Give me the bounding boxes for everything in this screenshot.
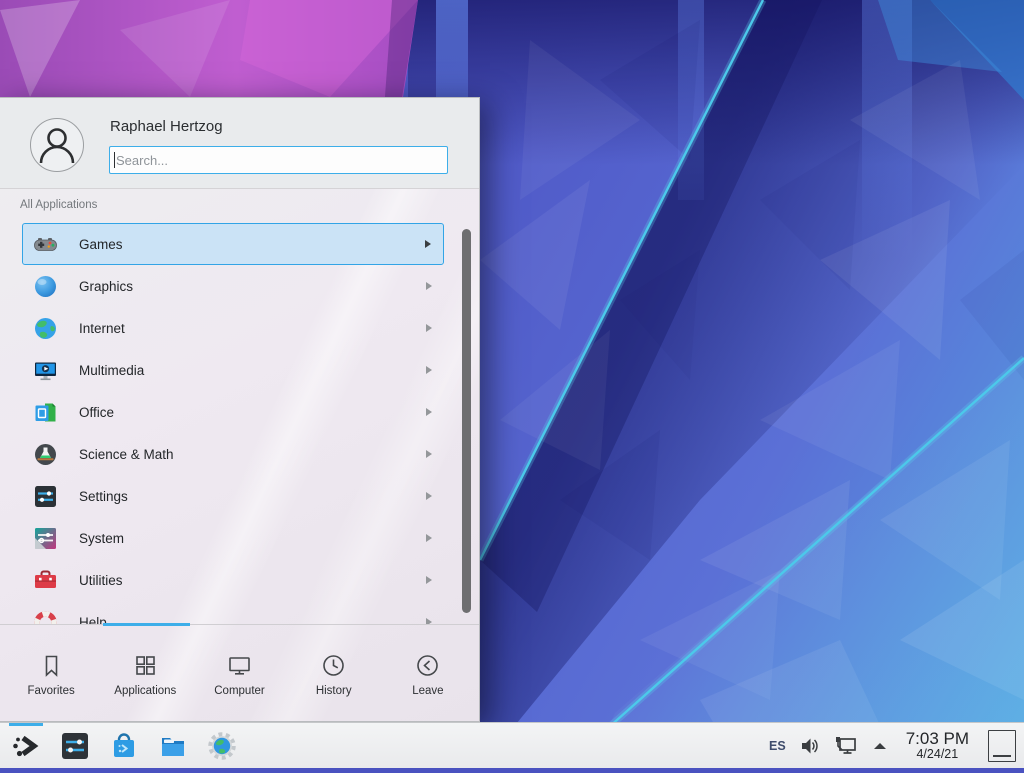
lifebuoy-icon xyxy=(32,609,59,625)
system-settings-icon xyxy=(59,730,91,762)
category-label: Internet xyxy=(79,321,125,336)
system-settings-launcher[interactable] xyxy=(57,723,93,768)
kde-launcher-icon xyxy=(9,729,43,763)
submenu-arrow-icon xyxy=(426,534,432,542)
clock-icon xyxy=(320,652,347,679)
tab-applications[interactable]: Applications xyxy=(98,652,192,697)
application-category-list: Games Graphics Internet xyxy=(22,223,444,624)
clock-date: 4/24/21 xyxy=(916,748,958,761)
clock-time: 7:03 PM xyxy=(906,730,969,748)
gamepad-icon xyxy=(32,231,59,258)
tab-label: Favorites xyxy=(27,685,74,697)
discover-bag-icon xyxy=(108,730,140,762)
text-caret xyxy=(114,152,115,168)
submenu-arrow-icon xyxy=(425,240,431,248)
volume-icon[interactable] xyxy=(799,736,821,756)
category-label: Games xyxy=(79,237,123,252)
category-item-multimedia[interactable]: Multimedia xyxy=(22,349,444,391)
folder-icon xyxy=(157,730,189,762)
category-item-internet[interactable]: Internet xyxy=(22,307,444,349)
keyboard-layout-indicator[interactable]: ES xyxy=(769,739,786,753)
tab-label: Leave xyxy=(412,685,443,697)
tab-favorites[interactable]: Favorites xyxy=(4,652,98,697)
category-item-games[interactable]: Games xyxy=(22,223,444,265)
submenu-arrow-icon xyxy=(426,408,432,416)
submenu-arrow-icon xyxy=(426,366,432,374)
media-screen-icon xyxy=(32,357,59,384)
category-item-office[interactable]: Office xyxy=(22,391,444,433)
leave-icon xyxy=(414,652,441,679)
launcher-header: Raphael Hertzog xyxy=(0,98,479,189)
category-item-utilities[interactable]: Utilities xyxy=(22,559,444,601)
submenu-arrow-icon xyxy=(426,324,432,332)
active-tab-indicator xyxy=(103,623,190,626)
discover-launcher[interactable] xyxy=(106,723,142,768)
toolbox-icon xyxy=(32,567,59,594)
taskbar-launchers xyxy=(8,723,240,768)
tabbar-separator xyxy=(0,624,479,625)
category-label: Science & Math xyxy=(79,447,174,462)
wired-network-icon[interactable] xyxy=(834,735,858,757)
sliders-icon xyxy=(32,483,59,510)
system-tray: ES 7:03 PM 4/24/21 xyxy=(769,723,1016,768)
person-icon xyxy=(31,119,83,171)
launcher-tab-bar: Favorites Applications Computer xyxy=(0,627,479,721)
tab-history[interactable]: History xyxy=(287,652,381,697)
category-label: System xyxy=(79,531,124,546)
category-item-science-math[interactable]: Science & Math xyxy=(22,433,444,475)
search-input[interactable] xyxy=(109,146,448,174)
application-launcher-button[interactable] xyxy=(8,723,44,768)
category-label: Utilities xyxy=(79,573,123,588)
submenu-arrow-icon xyxy=(426,282,432,290)
konqueror-globe-gear-icon xyxy=(206,730,238,762)
category-label: Multimedia xyxy=(79,363,144,378)
category-item-settings[interactable]: Settings xyxy=(22,475,444,517)
submenu-arrow-icon xyxy=(426,576,432,584)
tab-label: Computer xyxy=(214,685,265,697)
grid-icon xyxy=(132,652,159,679)
monitor-icon xyxy=(226,652,253,679)
web-browser-launcher[interactable] xyxy=(204,723,240,768)
user-name: Raphael Hertzog xyxy=(110,118,223,135)
digital-clock[interactable]: 7:03 PM 4/24/21 xyxy=(906,730,969,761)
show-desktop-button[interactable] xyxy=(988,730,1016,762)
category-item-graphics[interactable]: Graphics xyxy=(22,265,444,307)
expand-tray-arrow-icon[interactable] xyxy=(871,740,889,752)
submenu-arrow-icon xyxy=(426,492,432,500)
bookmark-icon xyxy=(38,652,65,679)
submenu-arrow-icon xyxy=(426,450,432,458)
sphere-icon xyxy=(32,273,59,300)
category-label: Settings xyxy=(79,489,128,504)
flask-icon xyxy=(32,441,59,468)
tab-label: History xyxy=(316,685,352,697)
taskbar-panel: ES 7:03 PM 4/24/21 xyxy=(0,722,1024,768)
category-item-system[interactable]: System xyxy=(22,517,444,559)
file-manager-launcher[interactable] xyxy=(155,723,191,768)
documents-icon xyxy=(32,399,59,426)
category-label: Office xyxy=(79,405,114,420)
system-sliders-icon xyxy=(32,525,59,552)
globe-icon xyxy=(32,315,59,342)
user-avatar xyxy=(30,118,84,172)
application-launcher-menu: Raphael Hertzog All Applications Games xyxy=(0,97,480,722)
tab-computer[interactable]: Computer xyxy=(192,652,286,697)
list-scrollbar[interactable] xyxy=(462,229,471,613)
tab-label: Applications xyxy=(114,685,176,697)
category-item-help[interactable]: Help xyxy=(22,601,444,624)
category-label: Graphics xyxy=(79,279,133,294)
tab-leave[interactable]: Leave xyxy=(381,652,475,697)
section-label: All Applications xyxy=(20,199,97,211)
